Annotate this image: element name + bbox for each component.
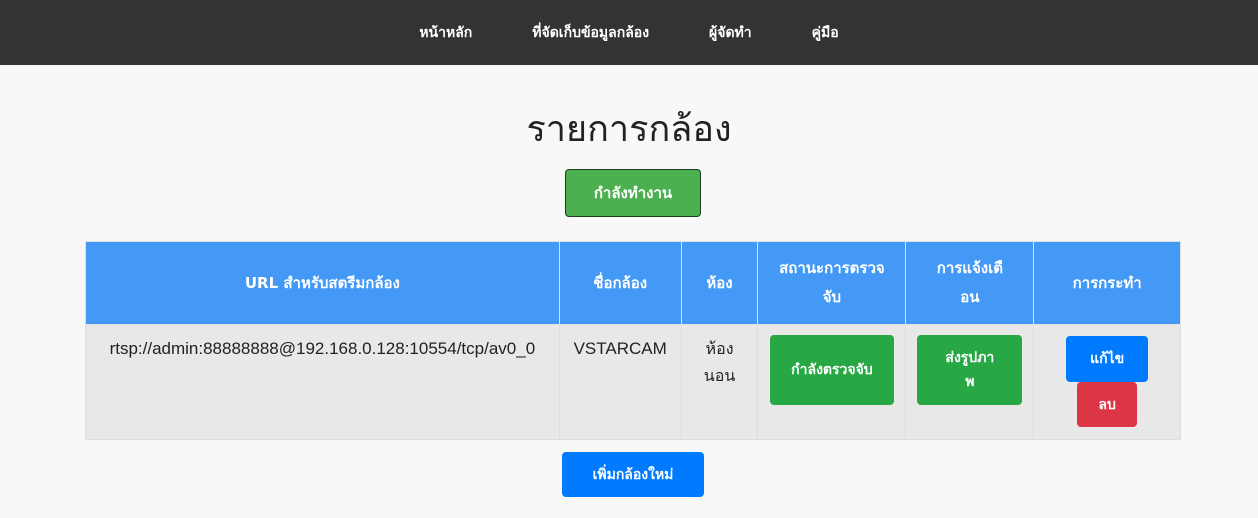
send-image-button[interactable]: ส่งรูปภาพ xyxy=(917,335,1023,405)
cell-camera-name: VSTARCAM xyxy=(558,324,682,440)
nav-link-camera-storage[interactable]: ที่จัดเก็บข้อมูลกล้อง xyxy=(532,22,649,44)
camera-table: URL สำหรับสตรีมกล้อง ชื่อกล้อง ห้อง สถาน… xyxy=(85,241,1181,440)
edit-button[interactable]: แก้ไข xyxy=(1066,336,1149,382)
column-header-room: ห้อง xyxy=(680,241,759,325)
cell-actions: แก้ไข ลบ xyxy=(1033,324,1181,440)
table-row: rtsp://admin:88888888@192.168.0.128:1055… xyxy=(85,324,1181,440)
column-header-stream-url: URL สำหรับสตรีมกล้อง xyxy=(85,241,560,325)
column-header-actions: การกระทำ xyxy=(1033,241,1181,325)
column-header-camera-name: ชื่อกล้อง xyxy=(558,241,682,325)
delete-button[interactable]: ลบ xyxy=(1077,382,1138,427)
table-header-row: URL สำหรับสตรีมกล้อง ชื่อกล้อง ห้อง สถาน… xyxy=(85,241,1181,325)
page-title: รายการกล้อง xyxy=(526,109,732,150)
nav-link-manual[interactable]: คู่มือ xyxy=(812,22,839,44)
top-navbar: หน้าหลัก ที่จัดเก็บข้อมูลกล้อง ผู้จัดทำ … xyxy=(0,0,1258,65)
cell-room: ห้องนอน xyxy=(680,324,759,440)
detection-status-button[interactable]: กำลังตรวจจับ xyxy=(769,335,894,405)
cell-stream-url: rtsp://admin:88888888@192.168.0.128:1055… xyxy=(85,324,560,440)
cell-notification: ส่งรูปภาพ xyxy=(905,324,1035,440)
add-camera-button[interactable]: เพิ่มกล้องใหม่ xyxy=(562,452,704,497)
cell-detection: กำลังตรวจจับ xyxy=(757,324,907,440)
running-status-button[interactable]: กำลังทำงาน xyxy=(565,169,701,217)
nav-link-creators[interactable]: ผู้จัดทำ xyxy=(709,22,752,44)
column-header-detection-status: สถานะการตรวจจับ xyxy=(757,241,907,325)
nav-link-home[interactable]: หน้าหลัก xyxy=(419,22,472,44)
column-header-notification: การแจ้งเตือน xyxy=(905,241,1035,325)
